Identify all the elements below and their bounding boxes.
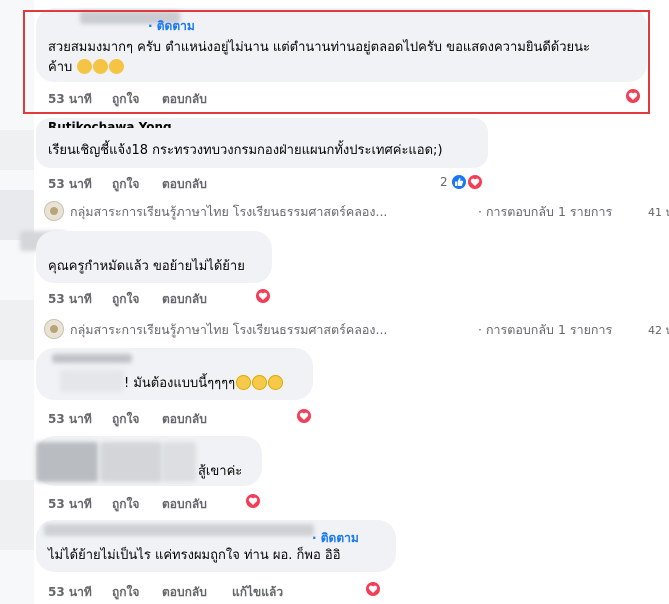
redacted-text: [60, 370, 124, 392]
reply-count: · การตอบกลับ 1 รายการ: [478, 204, 613, 219]
reply-button[interactable]: ตอบกลับ: [162, 410, 207, 429]
comment-author[interactable]: Rutikochawa Yong: [48, 120, 172, 128]
reply-button[interactable]: ตอบกลับ: [162, 583, 207, 602]
edited-label[interactable]: แก้ไขแล้ว: [232, 583, 283, 602]
redacted-author: [36, 442, 98, 482]
comment-time[interactable]: 53 นาที: [48, 583, 92, 602]
comment-actions: 53 นาที ถูกใจ ตอบกลับ แก้ไขแล้ว: [48, 583, 388, 599]
comment-text: ไม่ได้ย้ายไม่เป็นไร แค่ทรงผมถูกใจ ท่าน ผ…: [48, 548, 341, 563]
comment-bubble: · ติดตาม ไม่ได้ย้ายไม่เป็นไร แค่ทรงผมถูก…: [36, 520, 396, 572]
page-avatar: [44, 201, 64, 221]
comment-text: ! มันต้องแบบนี้ๆๆๆๆ: [124, 374, 284, 394]
view-replies-row[interactable]: กลุ่มสาระการเรียนรู้ภาษาไทย โรงเรียนธรรม…: [44, 199, 669, 221]
comment-time[interactable]: 53 นาที: [48, 175, 92, 194]
love-reaction-icon[interactable]: [466, 173, 484, 191]
reply-author: กลุ่มสาระการเรียนรู้ภาษาไทย โรงเรียนธรรม…: [70, 204, 388, 219]
reply-time: 42 นาที: [648, 324, 669, 337]
redacted-text: [162, 442, 196, 482]
comment-bubble: ! มันต้องแบบนี้ๆๆๆๆ: [36, 348, 313, 400]
love-reaction-icon[interactable]: [244, 492, 262, 510]
redacted-author: [52, 354, 132, 363]
view-replies-row[interactable]: กลุ่มสาระการเรียนรู้ภาษาไทย โรงเรียนธรรม…: [44, 317, 669, 339]
reply-button[interactable]: ตอบกลับ: [162, 290, 207, 309]
like-button[interactable]: ถูกใจ: [112, 495, 139, 514]
comment-bubble: สู้เขาค่ะ: [36, 436, 262, 486]
like-button[interactable]: ถูกใจ: [112, 175, 139, 194]
reply-button[interactable]: ตอบกลับ: [162, 175, 207, 194]
reply-button[interactable]: ตอบกลับ: [162, 495, 207, 514]
reaction-count[interactable]: 2: [440, 175, 448, 189]
like-button[interactable]: ถูกใจ: [112, 290, 139, 309]
comment-actions: 53 นาที ถูกใจ ตอบกลับ: [48, 290, 348, 306]
love-reaction-icon[interactable]: [364, 580, 382, 598]
comment-text: สู้เขาค่ะ: [198, 464, 243, 479]
reply-author: กลุ่มสาระการเรียนรู้ภาษาไทย โรงเรียนธรรม…: [70, 322, 388, 337]
love-reaction-icon[interactable]: [254, 287, 272, 305]
like-button[interactable]: ถูกใจ: [112, 583, 139, 602]
redacted-author: [44, 524, 314, 536]
left-gutter-block: [0, 480, 34, 550]
love-reaction-icon[interactable]: [295, 407, 313, 425]
reply-time: 41 นาที: [648, 206, 669, 219]
page-avatar: [44, 319, 64, 339]
comment-bubble: Rutikochawa Yong เรียนเชิญชี้แจ้ง18 กระท…: [36, 118, 488, 168]
comment-time[interactable]: 53 นาที: [48, 410, 92, 429]
redacted-text: [100, 442, 162, 482]
comment-time[interactable]: 53 นาที: [48, 495, 92, 514]
laughing-emoji-icon: [252, 375, 268, 390]
comment-actions: 53 นาที ถูกใจ ตอบกลับ: [48, 495, 348, 511]
comment-time[interactable]: 53 นาที: [48, 290, 92, 309]
laughing-emoji-icon: [236, 375, 252, 390]
comment-actions: 53 นาที ถูกใจ ตอบกลับ: [48, 175, 348, 191]
comment-bubble: คุณครูกำหมัดแล้ว ขอย้ายไม่ได้ย้าย: [36, 231, 272, 283]
reply-count: · การตอบกลับ 1 รายการ: [478, 322, 613, 337]
left-gutter-block: [0, 130, 34, 170]
like-button[interactable]: ถูกใจ: [112, 410, 139, 429]
comment-text: เรียนเชิญชี้แจ้ง18 กระทรวงทบวงกรมกองฝ่าย…: [48, 143, 443, 158]
left-gutter-block: [0, 300, 34, 360]
comment-text: คุณครูกำหมัดแล้ว ขอย้ายไม่ได้ย้าย: [48, 259, 245, 274]
highlight-box: [23, 10, 650, 114]
laughing-emoji-icon: [268, 375, 284, 390]
